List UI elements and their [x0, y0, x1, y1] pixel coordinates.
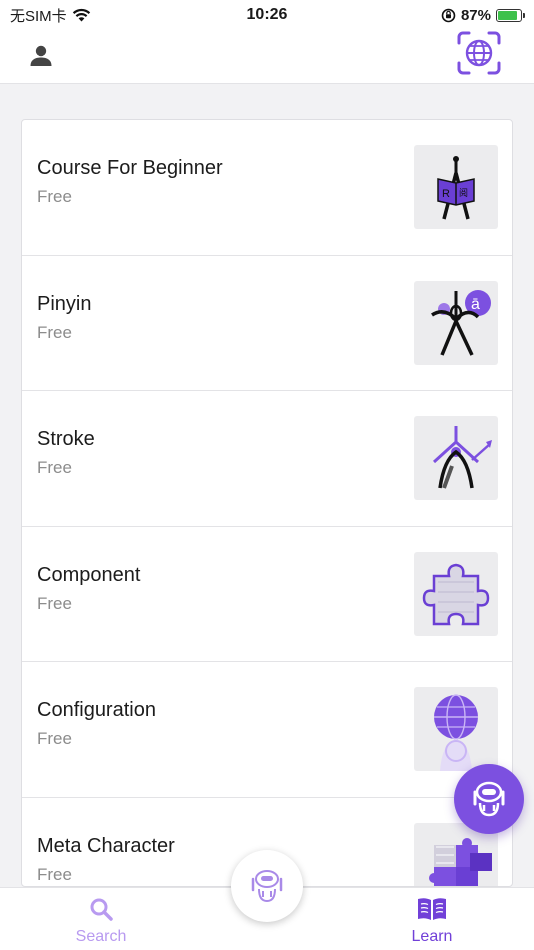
orientation-lock-icon	[441, 8, 456, 22]
assistant-fab[interactable]	[454, 764, 524, 834]
course-price: Free	[37, 593, 72, 613]
globe-scan-icon	[457, 31, 501, 75]
status-right: 87%	[441, 6, 525, 24]
course-item-configuration[interactable]: Configuration Free	[22, 662, 512, 798]
battery-level	[498, 10, 518, 20]
status-bar: 无SIM卡 10:26 87%	[0, 0, 534, 30]
app-header	[0, 30, 534, 84]
pinyin-badge: ā	[471, 296, 480, 313]
course-price: Free	[37, 322, 72, 342]
svg-text:阅: 阅	[459, 188, 468, 199]
figure-book-icon: R 阅	[437, 156, 475, 220]
person-icon	[30, 45, 52, 66]
book-icon	[418, 898, 446, 920]
course-title: Pinyin	[37, 292, 92, 315]
course-thumbnail	[414, 551, 498, 636]
search-icon	[90, 898, 113, 921]
battery-icon	[496, 8, 525, 22]
course-item-pinyin[interactable]: Pinyin Free ā	[22, 256, 512, 391]
course-list: Course For Beginner Free R 阅 Pinyin Free…	[21, 119, 513, 887]
status-left: 无SIM卡	[10, 5, 91, 26]
course-thumbnail	[414, 687, 498, 771]
carrier-label: 无SIM卡	[10, 7, 67, 25]
course-title: Course For Beginner	[37, 157, 223, 179]
course-title: Meta Character	[37, 834, 175, 857]
course-item-component[interactable]: Component Free	[22, 527, 512, 662]
course-price: Free	[37, 864, 72, 884]
course-title: Configuration	[37, 699, 156, 721]
course-item-beginner[interactable]: Course For Beginner Free R 阅	[22, 120, 512, 256]
course-price: Free	[37, 187, 72, 206]
center-assistant-button[interactable]	[231, 850, 303, 922]
robot-icon	[251, 870, 283, 903]
course-thumbnail: ā	[414, 280, 498, 365]
figure-brush-icon	[432, 426, 492, 489]
tab-search-label: Search	[75, 928, 127, 945]
course-price: Free	[37, 458, 72, 477]
tab-search[interactable]: Search	[56, 896, 146, 946]
scan-button[interactable]	[456, 30, 502, 76]
globe-figure-icon	[434, 694, 478, 771]
battery-percent: 87%	[460, 6, 491, 24]
puzzle-piece-icon	[422, 563, 490, 625]
course-thumbnail	[414, 416, 498, 500]
figure-pinyin-icon: ā	[431, 289, 491, 356]
wifi-icon	[72, 8, 90, 22]
tab-learn[interactable]: Learn	[387, 896, 477, 946]
course-title: Component	[37, 563, 141, 586]
course-item-stroke[interactable]: Stroke Free	[22, 391, 512, 527]
svg-text:R: R	[442, 188, 450, 200]
profile-button[interactable]	[28, 42, 54, 68]
course-thumbnail: R 阅	[414, 145, 498, 229]
course-price: Free	[37, 729, 72, 748]
robot-icon	[473, 781, 505, 817]
course-title: Stroke	[37, 428, 95, 450]
tab-learn-label: Learn	[411, 928, 453, 945]
